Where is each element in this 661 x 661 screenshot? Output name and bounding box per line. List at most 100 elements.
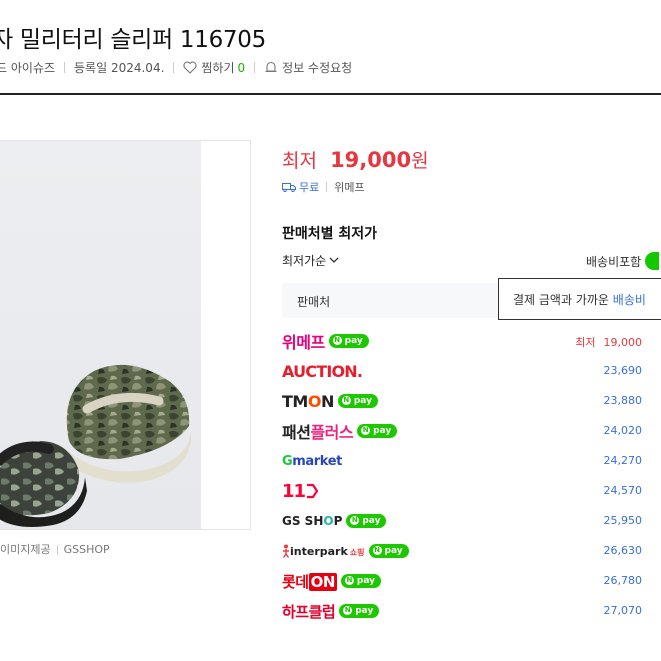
title-divider <box>0 93 661 95</box>
divider <box>326 182 328 192</box>
logo-part: O <box>323 514 334 528</box>
naver-n-icon: N <box>361 426 371 435</box>
logo-text: 패션플러스 <box>282 419 354 443</box>
divider <box>56 545 58 555</box>
wishlist-button[interactable]: 찜하기 0 <box>183 59 245 76</box>
logo-part: 패션 <box>282 423 311 442</box>
interpark-figure-icon <box>282 544 290 558</box>
npay-badge: Npay <box>340 574 382 588</box>
toggle-switch[interactable] <box>645 252 660 270</box>
seller-price[interactable]: 24,270 <box>604 454 643 467</box>
naver-n-icon: N <box>341 396 351 405</box>
gsshop-logo: GS SHOP Npay <box>282 510 387 532</box>
seller-row-interpark[interactable]: interpark 쇼핑 Npay 26,630 <box>282 536 661 566</box>
wishlist-count: 0 <box>237 60 246 75</box>
price-label: 최저 <box>282 150 317 172</box>
npay-badge: Npay <box>339 604 380 618</box>
price-unit: 원 <box>411 150 429 172</box>
npay-badge: Npay <box>346 514 387 528</box>
divider <box>173 62 175 73</box>
brand-label[interactable]: 드 아이슈즈 <box>0 59 55 76</box>
seller-price[interactable]: 26,630 <box>604 544 643 557</box>
image-source-shop: GSSHOP <box>63 543 110 556</box>
seller-price[interactable]: 26,780 <box>604 574 643 587</box>
logo-text: interpark 쇼핑 <box>290 545 365 558</box>
npay-label: pay <box>384 546 403 556</box>
11st-arrow-icon <box>307 483 319 499</box>
logo-part: N <box>320 391 334 411</box>
tmon-logo: TMON Npay <box>282 390 378 412</box>
lowest-price: 최저 19,000원 <box>282 146 429 173</box>
shipping-include-label: 배송비포함 <box>586 254 642 269</box>
logo-part: G <box>282 453 293 469</box>
report-button[interactable]: 정보 수정요청 <box>264 59 352 76</box>
logo-part: 쇼핑 <box>349 547 365 557</box>
npay-badge: Npay <box>368 544 409 558</box>
registered-date: 등록일 2024.04. <box>74 61 165 75</box>
wishlist-label: 찜하기 <box>201 61 235 75</box>
report-label: 정보 수정요청 <box>282 61 353 75</box>
naver-n-icon: N <box>343 606 353 615</box>
npay-label: pay <box>344 336 363 346</box>
npay-label: pay <box>355 606 374 616</box>
sort-dropdown[interactable]: 최저가순 <box>282 252 339 269</box>
divider <box>254 62 256 73</box>
seller-column-header: 판매처 <box>297 295 331 309</box>
product-title: 자 밀리터리 슬리퍼 116705 <box>0 27 266 53</box>
shipping-info: 무료 위메프 <box>282 179 365 195</box>
shipping-include-toggle[interactable]: 배송비포함 <box>586 252 660 270</box>
image-caption: 이미지제공 GSSHOP <box>0 541 110 557</box>
seller-price[interactable]: 최저 19,000 <box>575 334 642 350</box>
naver-n-icon: N <box>344 576 354 585</box>
logo-part: 플러스 <box>310 423 354 442</box>
logo-text: 롯데 ON <box>282 571 337 592</box>
product-photo <box>0 141 201 529</box>
heart-icon <box>183 61 197 74</box>
seller-price[interactable]: 23,880 <box>604 394 643 407</box>
seller-row-11st[interactable]: 11 24,570 <box>282 476 661 506</box>
lowest-seller[interactable]: 위메프 <box>334 179 364 195</box>
seller-price[interactable]: 25,950 <box>604 514 643 527</box>
product-image[interactable] <box>0 140 251 530</box>
npay-badge: Npay <box>337 394 378 408</box>
logo-part: GS SH <box>282 514 324 528</box>
logo-part: 롯데 <box>282 572 309 591</box>
seller-row-wemakeprice[interactable]: 위메프 Npay 최저 19,000 <box>282 326 661 356</box>
naver-n-icon: N <box>332 336 342 345</box>
logo-part: TM <box>282 391 308 411</box>
seller-row-lotteon[interactable]: 롯데 ON Npay 26,780 <box>282 566 661 596</box>
npay-label: pay <box>373 426 392 436</box>
seller-row-halfclub[interactable]: 하프클럽 Npay 27,070 <box>282 596 661 626</box>
npay-label: pay <box>353 396 372 406</box>
seller-row-auction[interactable]: AUCTION. 23,690 <box>282 356 661 386</box>
lowest-tag: 최저 <box>575 336 596 349</box>
seller-section-title: 판매처별 최저가 <box>282 226 378 242</box>
npay-label: pay <box>362 516 381 526</box>
product-meta: 드 아이슈즈 등록일 2024.04. 찜하기 0 정보 수정요청 <box>0 59 352 76</box>
interpark-logo: interpark 쇼핑 Npay <box>282 540 409 562</box>
halfclub-logo: 하프클럽 Npay <box>282 600 380 622</box>
logo-text: TMON <box>282 392 334 411</box>
logo-text: 11 <box>282 480 306 502</box>
truck-icon <box>282 183 296 192</box>
gmarket-logo: Gmarket <box>282 450 342 472</box>
shipping-tooltip: 결제 금액과 가까운 배송비 <box>498 278 661 320</box>
seller-price[interactable]: 24,020 <box>604 424 643 437</box>
seller-row-gsshop[interactable]: GS SHOP Npay 25,950 <box>282 506 661 536</box>
naver-n-icon: N <box>372 546 382 555</box>
logo-part: O <box>307 391 322 411</box>
seller-row-fashionplus[interactable]: 패션플러스 Npay 24,020 <box>282 416 661 446</box>
image-source-label: 이미지제공 <box>0 543 51 556</box>
logo-part: market <box>292 453 342 469</box>
seller-price[interactable]: 27,070 <box>604 604 643 617</box>
seller-row-gmarket[interactable]: Gmarket 24,270 <box>282 446 661 476</box>
seller-row-tmon[interactable]: TMON Npay 23,880 <box>282 386 661 416</box>
seller-price[interactable]: 24,570 <box>604 484 643 497</box>
logo-text: 위메프 <box>282 333 325 352</box>
slipper-illustration <box>0 364 191 527</box>
chevron-down-icon <box>329 257 339 263</box>
tooltip-text: 결제 금액과 가까운 <box>513 293 609 307</box>
seller-price[interactable]: 23,690 <box>604 364 643 377</box>
tooltip-link[interactable]: 배송비 <box>613 293 646 307</box>
logo-text: GS SHOP <box>282 514 342 528</box>
